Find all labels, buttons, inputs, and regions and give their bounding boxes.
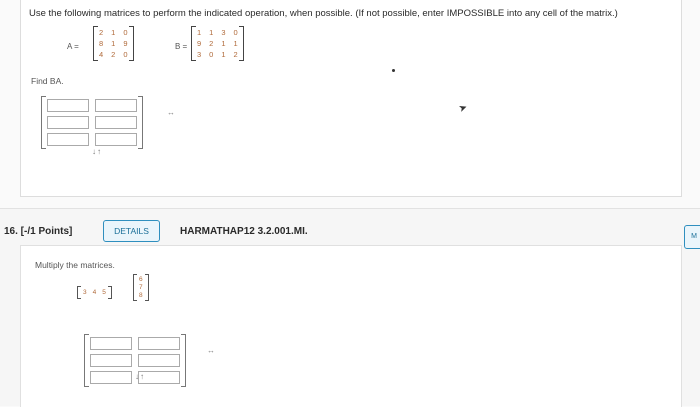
matrix-entry: 1 xyxy=(221,39,226,48)
row-vector: 345 xyxy=(77,286,112,299)
resize-matrix-icon[interactable]: ↔ xyxy=(207,346,215,355)
find-ba-label: Find BA. xyxy=(31,76,64,86)
answer-cell[interactable] xyxy=(95,133,137,146)
matrix-entry: 1 xyxy=(197,28,202,37)
answer-cell[interactable] xyxy=(90,337,132,350)
matrix-entry: 2 xyxy=(99,28,104,37)
resize-matrix-icon[interactable]: ↔ xyxy=(167,108,175,117)
matrix-entry: 1 xyxy=(111,28,116,37)
details-button[interactable]: DETAILS xyxy=(103,220,160,242)
matrix-entry: 0 xyxy=(233,28,238,37)
answer-matrix-ba xyxy=(41,96,143,149)
question-code: HARMATHAP12 3.2.001.MI. xyxy=(180,226,308,237)
stray-mark xyxy=(392,69,395,72)
matrix-a: 210819420 xyxy=(93,26,134,61)
matrix-entry: 1 xyxy=(233,39,238,48)
matrix-b: 113092113012 xyxy=(191,26,244,61)
answer-cell[interactable] xyxy=(90,371,132,384)
answer-cell[interactable] xyxy=(90,354,132,367)
column-vector: 678 xyxy=(133,274,149,301)
question-instruction: Use the following matrices to perform th… xyxy=(29,8,618,19)
matrix-entry: 2 xyxy=(233,50,238,59)
question-16-panel: 16. [-/1 Points] DETAILS HARMATHAP12 3.2… xyxy=(0,208,700,407)
matrix-entry: 2 xyxy=(111,50,116,59)
vector-entry: 4 xyxy=(92,289,97,296)
answer-cell[interactable] xyxy=(95,99,137,112)
my-notes-tab[interactable]: M xyxy=(684,225,700,249)
vector-entry: 7 xyxy=(139,284,143,291)
matrix-a-label: A = xyxy=(67,42,79,51)
matrix-entry: 1 xyxy=(209,28,214,37)
multiply-instruction: Multiply the matrices. xyxy=(35,260,115,270)
question-16-body: Multiply the matrices. 345 678 ↔ ↓↑ xyxy=(20,245,682,407)
matrix-entry: 0 xyxy=(123,28,128,37)
matrix-entry: 0 xyxy=(123,50,128,59)
matrix-entry: 8 xyxy=(99,39,104,48)
answer-cell[interactable] xyxy=(47,133,89,146)
question-15-panel: Use the following matrices to perform th… xyxy=(20,0,682,197)
matrix-entry: 0 xyxy=(209,50,214,59)
resize-rows-icon[interactable]: ↓↑ xyxy=(135,372,145,381)
question-number: 16. [-/1 Points] xyxy=(4,226,73,237)
answer-cell[interactable] xyxy=(138,337,180,350)
answer-cell[interactable] xyxy=(138,354,180,367)
matrix-b-label: B = xyxy=(175,42,188,51)
matrix-entry: 9 xyxy=(123,39,128,48)
resize-rows-icon[interactable]: ↓↑ xyxy=(92,147,102,156)
vector-entry: 8 xyxy=(139,292,143,299)
answer-cell[interactable] xyxy=(47,99,89,112)
vector-entry: 3 xyxy=(83,289,87,296)
answer-cell[interactable] xyxy=(95,116,137,129)
matrix-entry: 3 xyxy=(221,28,226,37)
matrix-entry: 1 xyxy=(221,50,226,59)
matrix-entry: 4 xyxy=(99,50,104,59)
matrix-entry: 9 xyxy=(197,39,202,48)
matrix-entry: 2 xyxy=(209,39,214,48)
vector-entry: 5 xyxy=(102,289,106,296)
answer-cell[interactable] xyxy=(47,116,89,129)
matrix-entry: 3 xyxy=(197,50,202,59)
vector-entry: 6 xyxy=(139,276,143,283)
matrix-entry: 1 xyxy=(111,39,116,48)
